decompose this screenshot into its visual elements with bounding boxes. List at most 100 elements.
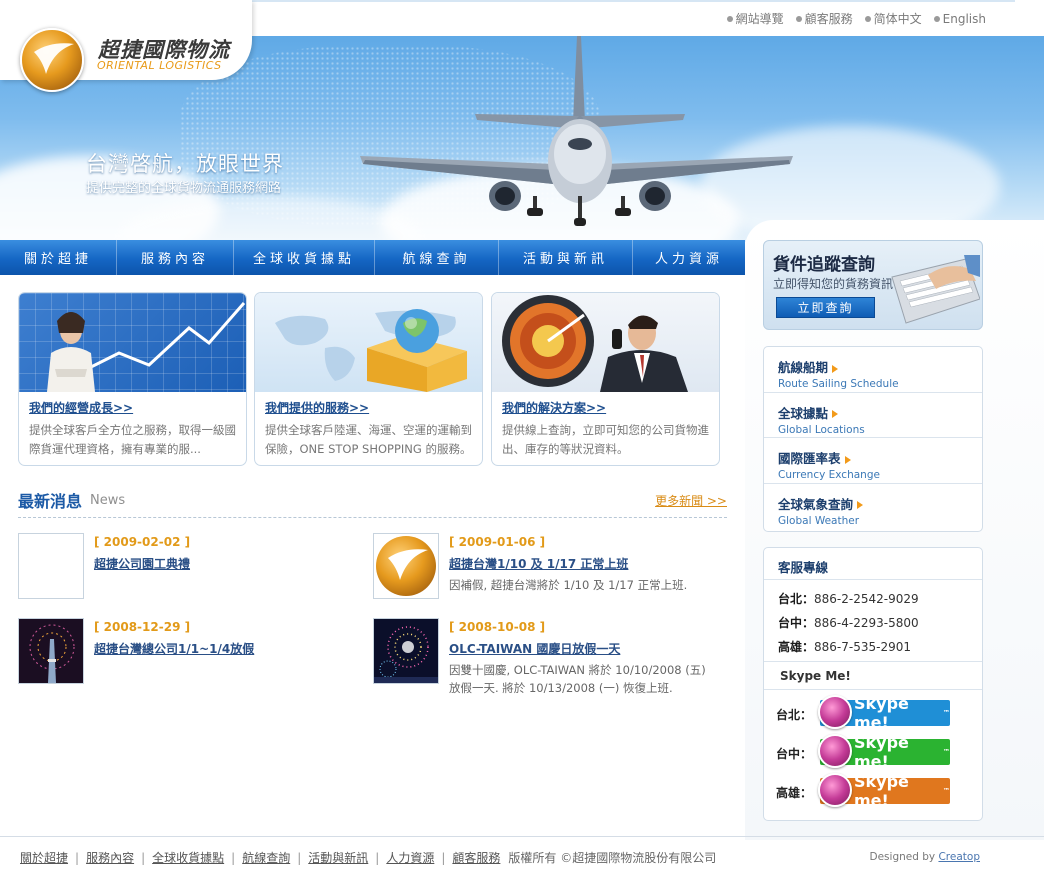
news-desc: 因雙十國慶, OLC-TAIWAN 將於 10/10/2008 (五) 放假一天… (449, 663, 706, 695)
globe-box-image (255, 293, 482, 392)
news-date: [ 2008-10-08 ] (449, 620, 546, 634)
service-title: 客服專線 (778, 560, 829, 575)
credit-prefix: Designed by (869, 851, 936, 863)
news-title-link[interactable]: 超捷公司園工典禮 (94, 555, 190, 572)
logo-english-name: ORIENTAL LOGISTICS (97, 59, 222, 72)
footer-nav: 關於超捷 | 服務內容 | 全球收貨據點 | 航線查詢 | 活動與新訊 | 人力資源 | 顧… (20, 849, 717, 866)
sitemap-link[interactable]: 網站導覽 (727, 10, 784, 27)
skype-icon (818, 773, 852, 807)
news-item[interactable]: [ 2009-02-02 ] 超捷公司園工典禮 (18, 533, 358, 601)
copyright: 版權所有 ©超捷國際物流股份有限公司 (508, 851, 717, 865)
arrow-right-icon (832, 410, 839, 418)
more-news-link[interactable]: 更多新聞 >> (655, 492, 727, 509)
nav-item-locations[interactable]: 全球收貨據點 (234, 240, 375, 275)
shipment-tracking-box[interactable]: 貨件追蹤查詢 立即得知您的貨務資訊 立即查詢 (763, 240, 983, 330)
footer-link-services[interactable]: 服務內容 (86, 849, 134, 866)
quick-link-sublabel: Route Sailing Schedule (778, 378, 899, 390)
quick-link-sublabel: Currency Exchange (778, 469, 880, 481)
customer-service-link[interactable]: 顧客服務 (796, 10, 853, 27)
businessman-phone-image (492, 293, 719, 392)
skype-button-taichung[interactable]: Skype me! ™ (818, 733, 950, 771)
customer-service-box: 客服專線 台北：886-2-2542-9029 台中：886-4-2293-58… (763, 547, 983, 821)
designer-credit: Designed by Creatop (870, 851, 980, 863)
quick-link-label: 國際匯率表 (778, 451, 841, 466)
skype-title: Skype Me! (780, 669, 851, 683)
nav-item-about[interactable]: 關於超捷 (0, 240, 117, 275)
footer-link-about[interactable]: 關於超捷 (20, 849, 68, 866)
footer-link-news[interactable]: 活動與新訊 (308, 849, 368, 866)
logo-icon (20, 28, 84, 92)
news-thumbnail-logo (373, 533, 439, 599)
card-services[interactable]: 我們提供的服務>> 提供全球客戶陸運、海運、空運的運輸到保險，ONE STOP … (254, 292, 483, 466)
designer-link[interactable]: Creatop (938, 851, 980, 863)
card-solutions-title[interactable]: 我們的解決方案>> (502, 399, 606, 416)
nav-item-routes[interactable]: 航線查詢 (375, 240, 499, 275)
quick-link-currency-exchange[interactable]: 國際匯率表 Currency Exchange (764, 438, 982, 484)
news-item[interactable]: [ 2009-01-06 ] 超捷台灣1/10 及 1/17 正常上班 因補假,… (373, 533, 713, 601)
card-growth-desc: 提供全球客戶全方位之服務，取得一級國際貨運代理資格，擁有專業的服... (29, 423, 236, 456)
news-item[interactable]: [ 2008-12-29 ] 超捷台灣總公司1/1~1/4放假 (18, 618, 358, 686)
arrow-right-icon (832, 364, 839, 373)
hero-title: 台灣啓航，放眼世界 (86, 152, 284, 176)
quick-link-sublabel: Global Locations (778, 423, 865, 436)
airplane-image (360, 36, 793, 226)
tracking-title: 貨件追蹤查詢 (773, 255, 875, 275)
logo-area[interactable]: 超捷國際物流 ORIENTAL LOGISTICS (0, 0, 252, 92)
quick-link-sublabel: Global Weather (778, 514, 860, 527)
skype-city-label: 台北： (776, 708, 813, 722)
card-growth-title[interactable]: 我們的經營成長>> (29, 399, 133, 416)
news-date: [ 2008-12-29 ] (94, 620, 191, 634)
hero-subtitle: 提供完整的全球貨物流通服務網路 (86, 181, 282, 196)
news-thumbnail-fireworks (373, 618, 439, 684)
nav-item-services[interactable]: 服務內容 (117, 240, 234, 275)
quick-link-label: 全球氣象查詢 (778, 496, 854, 512)
news-title-link[interactable]: 超捷台灣1/10 及 1/17 正常上班 (449, 555, 628, 572)
nav-item-hr[interactable]: 人力資源 (633, 240, 745, 275)
footer-link-customer-service[interactable]: 顧客服務 (452, 849, 500, 866)
skype-icon (818, 734, 852, 768)
english-link[interactable]: English (934, 10, 986, 27)
news-thumbnail-tower (18, 618, 84, 684)
news-date: [ 2009-01-06 ] (449, 535, 546, 549)
simplified-chinese-link[interactable]: 简体中文 (865, 10, 922, 27)
main-nav: 關於超捷 服務內容 全球收貨據點 航線查詢 活動與新訊 人力資源 (0, 240, 745, 275)
news-item[interactable]: [ 2008-10-08 ] OLC-TAIWAN 國慶日放假一天 因雙十國慶,… (373, 618, 713, 695)
card-services-title[interactable]: 我們提供的服務>> (265, 399, 369, 416)
top-links: 網站導覽 顧客服務 简体中文 English (727, 10, 986, 27)
card-services-desc: 提供全球客戶陸運、海運、空運的運輸到保險，ONE STOP SHOPPING 的… (265, 423, 472, 456)
phone-taipei: 台北：886-2-2542-9029 (778, 592, 919, 606)
tracking-subtitle: 立即得知您的貨務資訊 (773, 277, 894, 291)
news-title-link[interactable]: 超捷台灣總公司1/1~1/4放假 (94, 640, 254, 657)
quick-link-global-weather[interactable]: 全球氣象查詢 Global Weather (764, 484, 982, 530)
footer-link-routes[interactable]: 航線查詢 (242, 849, 290, 866)
skype-icon (818, 695, 852, 729)
track-now-button[interactable]: 立即查詢 (776, 297, 875, 318)
footer-divider (0, 836, 1044, 837)
news-thumbnail (18, 533, 84, 599)
header: 台灣啓航，放眼世界 提供完整的全球貨物流通服務網路 網站導覽 顧客服務 简体中文… (0, 0, 1044, 242)
footer-link-hr[interactable]: 人力資源 (386, 849, 434, 866)
news-title-link[interactable]: OLC-TAIWAN 國慶日放假一天 (449, 640, 620, 657)
card-solutions[interactable]: 我們的解決方案>> 提供線上查詢，立即可知您的公司貨物進出、庫存的等狀況資料。 (491, 292, 720, 466)
phone-taichung: 台中：886-4-2293-5800 (778, 616, 919, 630)
phone-kaohsiung: 高雄：886-7-535-2901 (778, 640, 911, 654)
quick-links: 航線船期 Route Sailing Schedule 全球據點 Global … (763, 346, 983, 532)
footer-link-locations[interactable]: 全球收貨據點 (152, 849, 224, 866)
quick-link-label: 全球據點 (778, 405, 829, 421)
news-desc: 因補假, 超捷台灣將於 1/10 及 1/17 正常上班. (449, 578, 688, 592)
keyboard-icon (891, 255, 980, 324)
quick-link-global-locations[interactable]: 全球據點 Global Locations (764, 393, 982, 438)
skype-city-label: 台中： (776, 747, 813, 761)
skype-button-taipei[interactable]: Skype me! ™ (818, 694, 950, 732)
skype-button-kaohsiung[interactable]: Skype me! ™ (818, 772, 950, 810)
news-header: 最新消息 News 更多新聞 >> (18, 488, 727, 518)
skype-city-label: 高雄： (776, 786, 813, 800)
news-title: 最新消息 (18, 492, 83, 511)
quick-link-route-schedule[interactable]: 航線船期 Route Sailing Schedule (764, 347, 982, 393)
nav-item-news[interactable]: 活動與新訊 (499, 240, 633, 275)
quick-link-label: 航線船期 (778, 360, 829, 375)
businesswoman-image (19, 293, 246, 392)
card-solutions-desc: 提供線上查詢，立即可知您的公司貨物進出、庫存的等狀況資料。 (502, 423, 709, 456)
arrow-right-icon (857, 501, 864, 509)
card-growth[interactable]: 我們的經營成長>> 提供全球客戶全方位之服務，取得一級國際貨運代理資格，擁有專業… (18, 292, 247, 466)
